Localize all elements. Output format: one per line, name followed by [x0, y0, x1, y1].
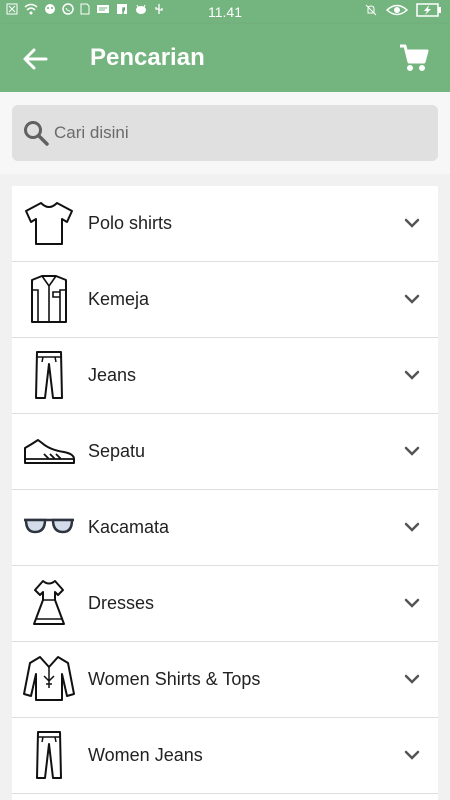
category-item-kemeja[interactable]: Kemeja [12, 262, 438, 338]
shirt-icon [31, 275, 67, 323]
page-title: Pencarian [90, 44, 205, 71]
chevron-down-icon [404, 598, 420, 608]
chevron-down-icon [404, 446, 420, 456]
category-label: Kemeja [88, 289, 150, 309]
sneaker-icon [24, 439, 75, 464]
chevron-down-icon [404, 370, 420, 380]
category-item-dresses[interactable]: Dresses [12, 566, 438, 642]
search-area [0, 92, 450, 174]
glasses-icon [24, 518, 74, 534]
chevron-down-icon [404, 674, 420, 684]
category-list: Polo shirts Kemeja Jeans Sepatu Kacamata… [12, 186, 438, 800]
category-label: Women Jeans [88, 745, 203, 765]
category-label: Women Shirts & Tops [88, 669, 261, 689]
category-label: Jeans [88, 365, 137, 385]
battery-charging-icon [416, 3, 441, 17]
jeans-icon [35, 351, 63, 399]
dress-icon [33, 580, 65, 625]
category-item-sepatu[interactable]: Sepatu [12, 414, 438, 490]
eye-icon [386, 4, 408, 16]
category-item-kacamata[interactable]: Kacamata [12, 490, 438, 566]
category-label: Polo shirts [88, 213, 173, 233]
category-label: Sepatu [88, 441, 146, 461]
category-item-polo-shirts[interactable]: Polo shirts [12, 186, 438, 262]
search-box[interactable] [12, 105, 438, 161]
women-jeans-icon [36, 731, 62, 779]
category-label: Kacamata [88, 517, 170, 537]
category-item-jeans[interactable]: Jeans [12, 338, 438, 414]
cart-icon[interactable] [398, 42, 430, 74]
category-item-women-shirts-tops[interactable]: Women Shirts & Tops [12, 642, 438, 718]
back-arrow-icon[interactable] [20, 44, 50, 74]
search-input[interactable] [54, 105, 424, 161]
status-bar: 11.41 [0, 0, 450, 24]
chevron-down-icon [404, 522, 420, 532]
category-label: Dresses [88, 593, 155, 613]
app-bar: Pencarian [0, 24, 450, 92]
chevron-down-icon [404, 218, 420, 228]
blouse-icon [23, 656, 75, 701]
chevron-down-icon [404, 750, 420, 760]
system-icons [364, 3, 442, 17]
search-icon [24, 121, 49, 146]
tshirt-icon [25, 202, 73, 245]
mute-icon [365, 4, 377, 16]
chevron-down-icon [404, 294, 420, 304]
category-item-women-jeans[interactable]: Women Jeans [12, 718, 438, 794]
